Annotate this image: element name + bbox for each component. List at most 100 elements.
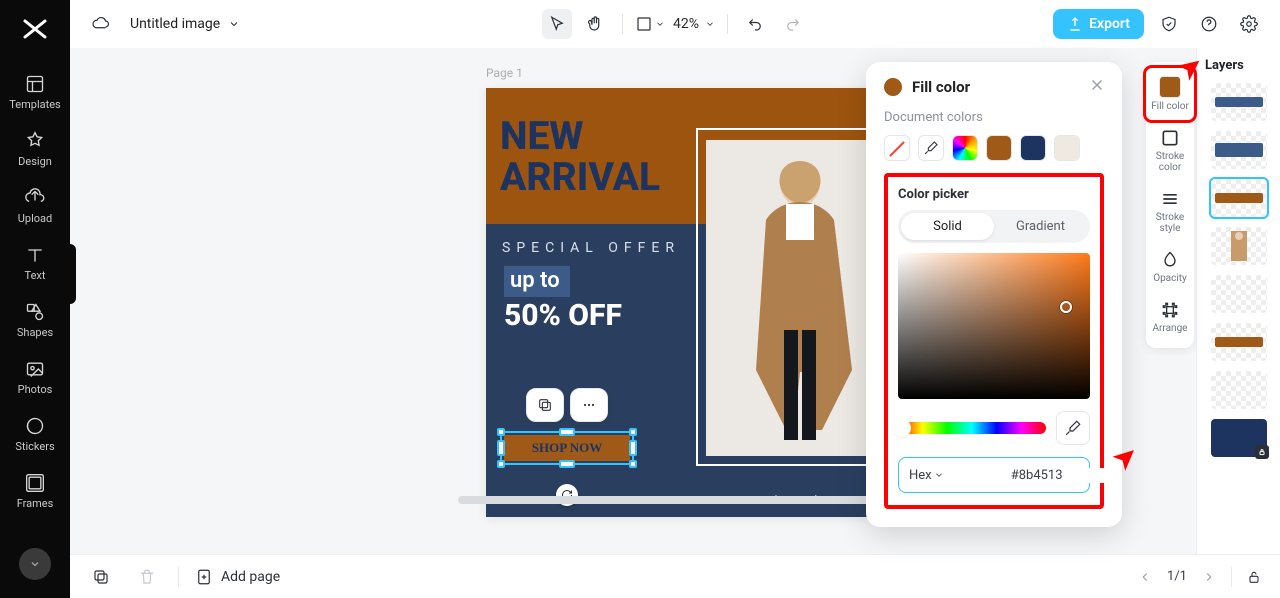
rail-design[interactable]: Design [0, 121, 70, 178]
resize-handle[interactable] [559, 460, 575, 468]
layer-thumb[interactable] [1211, 419, 1267, 457]
resize-handle[interactable] [497, 440, 505, 456]
export-button[interactable]: Export [1053, 9, 1144, 39]
separator [622, 14, 623, 34]
design-canvas[interactable]: NEW ARRIVAL SPECIAL OFFER up to 50% OFF … [486, 88, 915, 517]
help-icon[interactable] [1194, 9, 1224, 39]
prop-opacity[interactable]: Opacity [1146, 242, 1194, 292]
prop-arrange[interactable]: Arrange [1146, 292, 1194, 342]
tab-gradient[interactable]: Gradient [994, 213, 1087, 240]
more-button[interactable] [570, 388, 608, 422]
prop-stroke-style[interactable]: Stroke style [1146, 181, 1194, 242]
property-column: Fill color Stroke color Stroke style Opa… [1146, 62, 1194, 348]
resize-handle[interactable] [497, 428, 505, 436]
rail-label: Design [18, 155, 52, 168]
app-logo[interactable] [18, 12, 52, 46]
layer-thumb[interactable] [1211, 83, 1267, 121]
canvas-size-menu[interactable] [635, 9, 665, 39]
rail-frames[interactable]: Frames [0, 463, 70, 520]
lock-icon[interactable] [1244, 567, 1264, 587]
close-icon[interactable] [1088, 76, 1108, 96]
resize-handle[interactable] [629, 440, 637, 456]
prop-label: Stroke color [1146, 151, 1194, 173]
chevron-down-icon [934, 470, 944, 480]
discount-label: 50% OFF [504, 298, 622, 333]
prop-label: Fill color [1151, 101, 1189, 112]
document-title[interactable]: Untitled image [130, 16, 240, 32]
tab-solid[interactable]: Solid [901, 213, 994, 240]
add-page-button[interactable]: Add page [195, 568, 280, 586]
upto-text[interactable]: up to [504, 266, 570, 297]
hue-slider[interactable] [898, 422, 1046, 434]
horizontal-scrollbar[interactable] [458, 496, 878, 504]
lock-icon [1255, 445, 1269, 459]
prop-stroke-color[interactable]: Stroke color [1146, 120, 1194, 181]
delete-page-icon[interactable] [132, 562, 162, 592]
resize-handle[interactable] [629, 460, 637, 468]
layer-thumb[interactable] [1211, 323, 1267, 361]
undo-button[interactable] [740, 9, 770, 39]
duplicate-button[interactable] [526, 388, 564, 422]
sv-cursor[interactable] [1060, 301, 1072, 313]
rail-templates[interactable]: Templates [0, 64, 70, 121]
swatch-color[interactable] [1054, 135, 1080, 161]
separator [1231, 567, 1232, 587]
rail-stickers[interactable]: Stickers [0, 406, 70, 463]
layer-thumb[interactable] [1211, 179, 1267, 217]
special-offer-text[interactable]: SPECIAL OFFER [502, 240, 680, 256]
color-mode-label: Hex [909, 468, 932, 483]
layer-thumb[interactable] [1211, 227, 1267, 265]
upto-label: up to [510, 268, 560, 293]
resize-handle[interactable] [629, 428, 637, 436]
chevron-down-icon [705, 19, 715, 29]
color-mode-select[interactable]: Hex [909, 468, 944, 483]
swatch-eyedropper[interactable] [918, 135, 944, 161]
topbar: Untitled image 42% Export [70, 0, 1280, 48]
swatch-rainbow[interactable] [952, 135, 978, 161]
prop-fill-color[interactable]: Fill color [1146, 68, 1194, 120]
page-label: Page 1 [486, 66, 523, 80]
rail-label: Shapes [17, 326, 53, 339]
next-page-button[interactable] [1199, 567, 1219, 587]
resize-handle[interactable] [559, 428, 575, 436]
resize-handle[interactable] [497, 460, 505, 468]
redo-button[interactable] [778, 9, 808, 39]
layers-panel: Layers [1196, 48, 1280, 554]
settings-icon[interactable] [1234, 9, 1264, 39]
rail-text[interactable]: Text [0, 235, 70, 292]
prev-page-button[interactable] [1135, 567, 1155, 587]
headline-line: ARRIVAL [500, 157, 660, 198]
prop-label: Arrange [1153, 323, 1188, 334]
prop-label: Opacity [1153, 273, 1187, 284]
eyedropper-button[interactable] [1056, 411, 1090, 445]
document-colors-label: Document colors [884, 110, 1104, 125]
panel-collapse-handle[interactable] [66, 244, 76, 304]
cloud-sync-icon[interactable] [86, 9, 116, 39]
rail-upload[interactable]: Upload [0, 178, 70, 235]
rail-more[interactable] [19, 548, 51, 580]
swatch-color[interactable] [986, 135, 1012, 161]
rail-shapes[interactable]: Shapes [0, 292, 70, 349]
layer-thumb[interactable] [1211, 371, 1267, 409]
arrange-icon [1160, 300, 1180, 320]
hand-tool[interactable] [580, 9, 610, 39]
headline-text[interactable]: NEW ARRIVAL [500, 116, 660, 198]
color-picker-title: Color picker [898, 187, 1090, 202]
shield-icon[interactable] [1154, 9, 1184, 39]
layer-thumb[interactable] [1211, 275, 1267, 313]
hue-knob[interactable] [895, 421, 909, 435]
select-tool[interactable] [542, 9, 572, 39]
rail-label: Upload [18, 212, 52, 225]
discount-text[interactable]: 50% OFF [504, 298, 622, 333]
hex-input[interactable] [954, 468, 1120, 483]
layer-thumb[interactable] [1211, 131, 1267, 169]
swatch-color[interactable] [1020, 135, 1046, 161]
saturation-value-field[interactable] [898, 253, 1090, 399]
swatch-none[interactable] [884, 135, 910, 161]
zoom-control[interactable]: 42% [673, 16, 715, 32]
opacity-icon [1160, 250, 1180, 270]
separator [178, 567, 179, 587]
stroke-color-icon [1160, 128, 1180, 148]
rail-photos[interactable]: Photos [0, 349, 70, 406]
pages-grid-icon[interactable] [86, 562, 116, 592]
